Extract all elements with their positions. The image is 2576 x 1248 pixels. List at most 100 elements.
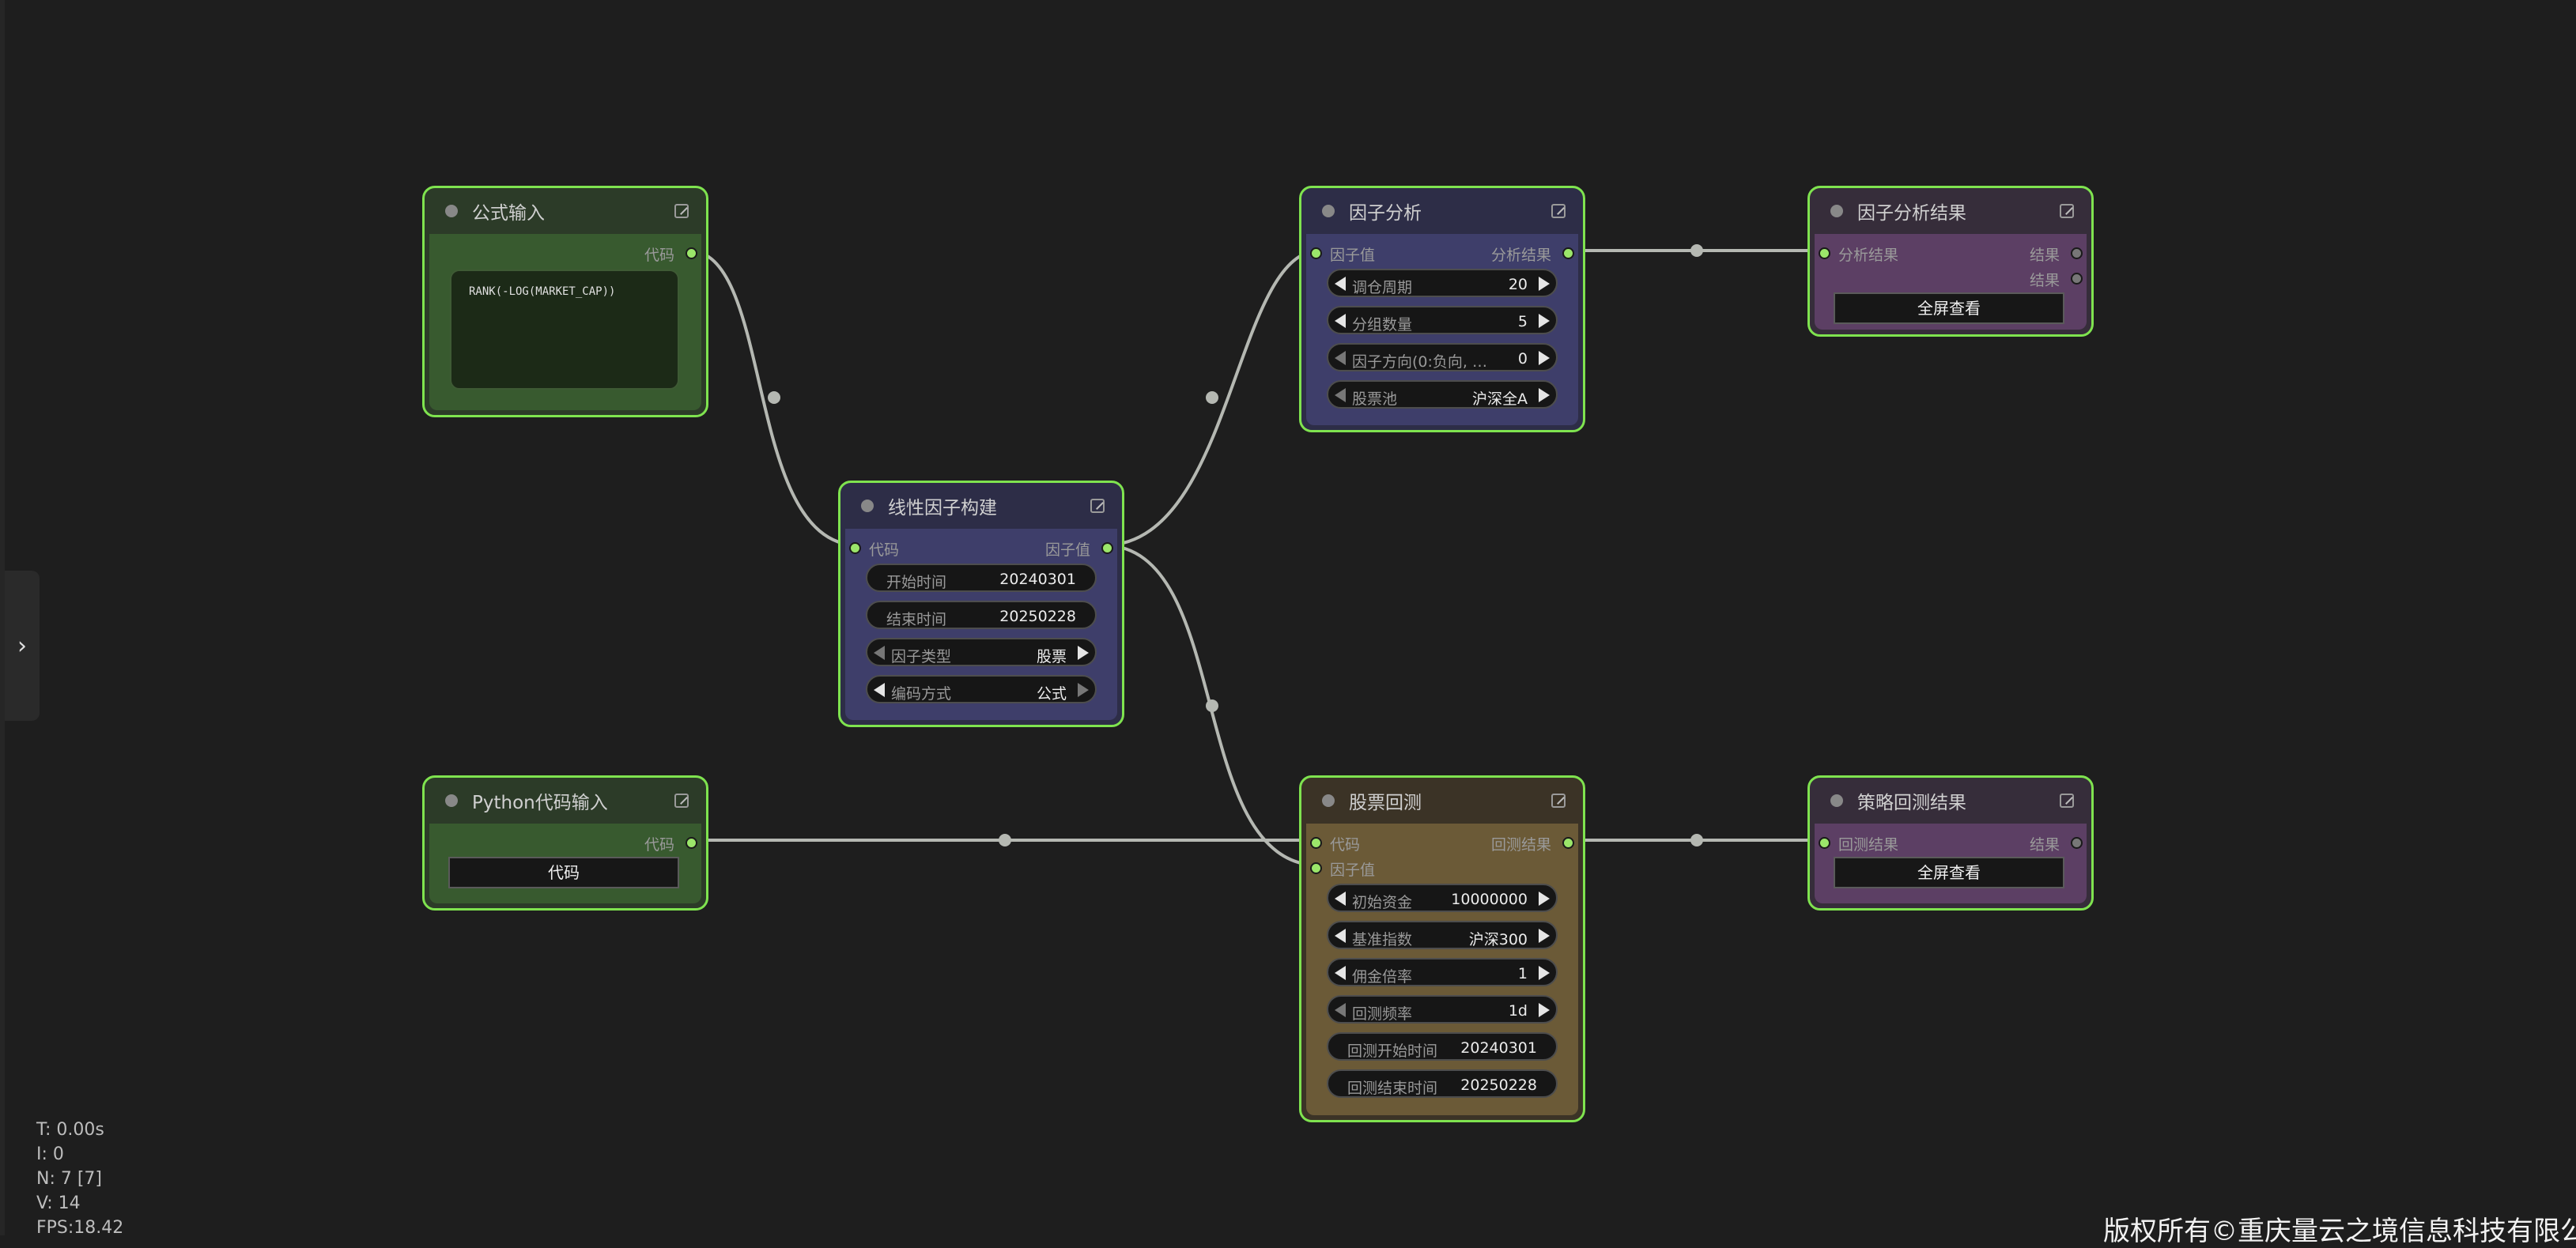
stock-pool-combo[interactable]: 股票池 沪深全A (1327, 380, 1558, 409)
increment-arrow-icon[interactable] (1539, 892, 1550, 906)
widget-value: 20250228 (999, 608, 1076, 625)
widget-label: 因子类型 (891, 648, 952, 665)
collapse-dot-icon[interactable] (1830, 205, 1843, 217)
edit-icon[interactable] (1090, 499, 1105, 513)
rebalance-period-widget[interactable]: 调仓周期 20 (1327, 269, 1558, 297)
node-linear-factor[interactable]: 线性因子构建 代码 因子值 开始时间 20240301 结束时间 2025022… (838, 481, 1124, 727)
node-title-bar[interactable]: 因子分析结果 (1810, 188, 2091, 234)
input-port[interactable] (1819, 247, 1830, 259)
edit-icon[interactable] (2060, 794, 2074, 808)
widget-value: 1d (1508, 1002, 1528, 1020)
frequency-combo[interactable]: 回测频率 1d (1327, 995, 1558, 1024)
output-port[interactable] (1562, 837, 1574, 849)
output-port[interactable] (686, 247, 697, 259)
node-title-bar[interactable]: 因子分析 (1301, 188, 1583, 234)
start-date-widget[interactable]: 开始时间 20240301 (866, 564, 1097, 592)
widget-value: 0 (1517, 350, 1528, 368)
edit-icon[interactable] (674, 794, 689, 808)
benchmark-combo[interactable]: 基准指数 沪深300 (1327, 921, 1558, 949)
formula-textarea[interactable]: RANK(-LOG(MARKET_CAP)) (450, 270, 679, 390)
node-title-bar[interactable]: 股票回测 (1301, 778, 1583, 824)
node-body: 代码 因子值 开始时间 20240301 结束时间 20250228 因子类型 … (845, 529, 1117, 720)
edit-icon[interactable] (2060, 204, 2074, 218)
widget-label: 结束时间 (886, 611, 947, 628)
output-port[interactable] (2071, 273, 2083, 285)
code-button[interactable]: 代码 (448, 857, 679, 888)
factor-type-combo[interactable]: 因子类型 股票 (866, 638, 1097, 666)
increment-arrow-icon[interactable] (1539, 351, 1550, 365)
collapse-dot-icon[interactable] (1322, 205, 1335, 217)
decrement-arrow-icon[interactable] (1335, 388, 1346, 402)
edit-icon[interactable] (1551, 204, 1566, 218)
edit-icon[interactable] (674, 204, 689, 218)
factor-direction-widget[interactable]: 因子方向(0:负向, … 0 (1327, 343, 1558, 371)
increment-arrow-icon[interactable] (1539, 277, 1550, 291)
node-title: 因子分析结果 (1857, 203, 1966, 224)
backtest-start-widget[interactable]: 回测开始时间 20240301 (1327, 1032, 1558, 1061)
widget-label: 回测结束时间 (1347, 1080, 1438, 1097)
collapse-dot-icon[interactable] (445, 205, 458, 217)
decrement-arrow-icon[interactable] (1335, 351, 1346, 365)
decrement-arrow-icon[interactable] (874, 683, 885, 697)
input-port[interactable] (1819, 837, 1830, 849)
widget-label: 开始时间 (886, 574, 947, 591)
node-formula-input[interactable]: 公式输入 代码 RANK(-LOG(MARKET_CAP)) (422, 186, 708, 417)
widget-label: 编码方式 (891, 685, 952, 703)
increment-arrow-icon[interactable] (1539, 314, 1550, 328)
output-port[interactable] (1101, 542, 1113, 554)
group-count-widget[interactable]: 分组数量 5 (1327, 306, 1558, 334)
decrement-arrow-icon[interactable] (1335, 314, 1346, 328)
encoding-combo[interactable]: 编码方式 公式 (866, 675, 1097, 703)
fullscreen-view-button[interactable]: 全屏查看 (1834, 857, 2064, 888)
edit-icon[interactable] (1551, 794, 1566, 808)
output-port[interactable] (1562, 247, 1574, 259)
node-title-bar[interactable]: Python代码输入 (425, 778, 706, 824)
node-python-input[interactable]: Python代码输入 代码 代码 (422, 775, 708, 911)
widget-value: 20 (1508, 276, 1528, 293)
collapse-dot-icon[interactable] (445, 794, 458, 807)
node-title-bar[interactable]: 策略回测结果 (1810, 778, 2091, 824)
output-port[interactable] (2071, 837, 2083, 849)
node-stock-backtest[interactable]: 股票回测 代码 回测结果 因子值 初始资金 10000000 基准指数 沪深30… (1299, 775, 1585, 1122)
decrement-arrow-icon[interactable] (1335, 1003, 1346, 1017)
decrement-arrow-icon[interactable] (1335, 929, 1346, 943)
decrement-arrow-icon[interactable] (1335, 892, 1346, 906)
link-midpoint (1690, 834, 1703, 846)
graph-canvas[interactable]: 公式输入 代码 RANK(-LOG(MARKET_CAP)) Python代码输… (0, 0, 2576, 1247)
collapse-dot-icon[interactable] (861, 500, 874, 512)
stat-fps: FPS:18.42 (36, 1218, 124, 1238)
initial-capital-widget[interactable]: 初始资金 10000000 (1327, 884, 1558, 912)
node-body: 因子值 分析结果 调仓周期 20 分组数量 5 因子方向(0:负向, … 0 股… (1306, 234, 1578, 425)
input-port[interactable] (849, 542, 861, 554)
increment-arrow-icon[interactable] (1539, 966, 1550, 980)
node-factor-analysis[interactable]: 因子分析 因子值 分析结果 调仓周期 20 分组数量 5 因子方向(0:负向, … (1299, 186, 1585, 432)
decrement-arrow-icon[interactable] (1335, 277, 1346, 291)
increment-arrow-icon[interactable] (1078, 646, 1089, 660)
collapse-dot-icon[interactable] (1830, 794, 1843, 807)
decrement-arrow-icon[interactable] (1335, 966, 1346, 980)
node-title-bar[interactable]: 公式输入 (425, 188, 706, 234)
fullscreen-view-button[interactable]: 全屏查看 (1834, 292, 2064, 324)
backtest-end-widget[interactable]: 回测结束时间 20250228 (1327, 1069, 1558, 1098)
node-strategy-result[interactable]: 策略回测结果 回测结果 结果 全屏查看 (1807, 775, 2094, 911)
decrement-arrow-icon[interactable] (874, 646, 885, 660)
output-label: 结果 (2029, 836, 2060, 854)
output-label: 回测结果 (1490, 836, 1551, 854)
output-port[interactable] (686, 837, 697, 849)
node-factor-result[interactable]: 因子分析结果 分析结果 结果 结果 全屏查看 (1807, 186, 2094, 337)
widget-value: 沪深全A (1472, 390, 1528, 408)
increment-arrow-icon[interactable] (1539, 1003, 1550, 1017)
input-port[interactable] (1310, 247, 1322, 259)
input-port[interactable] (1310, 837, 1322, 849)
collapse-dot-icon[interactable] (1322, 794, 1335, 807)
commission-widget[interactable]: 佣金倍率 1 (1327, 958, 1558, 986)
increment-arrow-icon[interactable] (1078, 683, 1089, 697)
input-port[interactable] (1310, 862, 1322, 874)
node-title-bar[interactable]: 线性因子构建 (840, 483, 1122, 529)
increment-arrow-icon[interactable] (1539, 929, 1550, 943)
output-port[interactable] (2071, 247, 2083, 259)
sidebar-toggle-button[interactable]: › (5, 571, 40, 721)
end-date-widget[interactable]: 结束时间 20250228 (866, 601, 1097, 629)
input-label: 代码 (869, 541, 900, 559)
increment-arrow-icon[interactable] (1539, 388, 1550, 402)
